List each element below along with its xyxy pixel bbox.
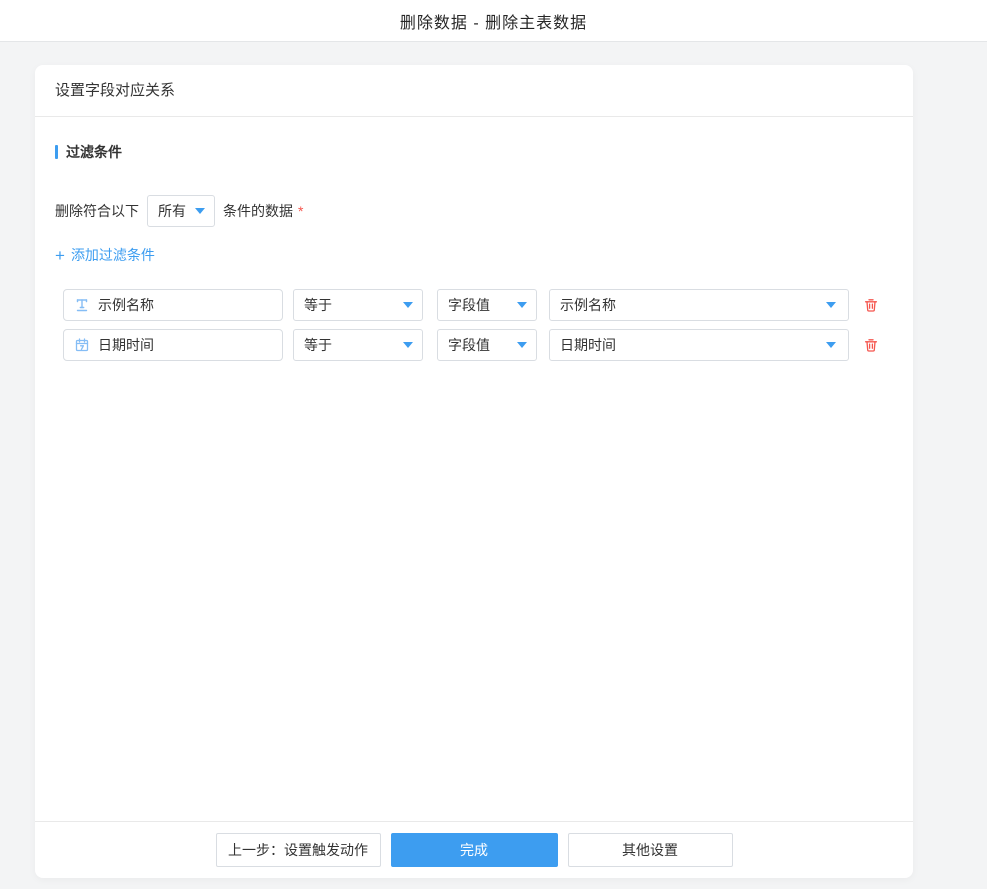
panel-title: 设置字段对应关系	[35, 65, 913, 117]
chevron-down-icon	[826, 342, 836, 348]
chevron-down-icon	[517, 342, 527, 348]
chevron-down-icon	[826, 302, 836, 308]
trash-icon	[863, 297, 879, 313]
field-name: 日期时间	[98, 335, 154, 355]
chevron-down-icon	[403, 342, 413, 348]
filter-condition-row: 日期时间 等于 字段值 日期时间	[63, 329, 893, 361]
filter-section-title: 过滤条件	[55, 142, 893, 162]
required-asterisk: *	[298, 203, 303, 219]
settings-panel: 设置字段对应关系 过滤条件 删除符合以下 所有 条件的数据 * + 添加过滤条件	[35, 65, 913, 878]
operator-value: 等于	[304, 297, 332, 313]
match-mode-select[interactable]: 所有	[147, 195, 215, 227]
calendar-icon	[74, 337, 90, 353]
value-type-value: 字段值	[448, 297, 490, 313]
filter-condition-list: 示例名称 等于 字段值 示例名称	[63, 289, 893, 361]
filter-section-heading: 过滤条件	[66, 142, 122, 162]
filter-condition-row: 示例名称 等于 字段值 示例名称	[63, 289, 893, 321]
chevron-down-icon	[517, 302, 527, 308]
section-accent-bar	[55, 145, 58, 159]
panel-footer: 上一步：设置触发动作 完成 其他设置	[35, 821, 913, 878]
panel-body: 过滤条件 删除符合以下 所有 条件的数据 * + 添加过滤条件	[35, 142, 913, 361]
other-settings-button[interactable]: 其他设置	[568, 833, 733, 867]
match-prefix-label: 删除符合以下	[55, 201, 139, 221]
field-select[interactable]: 日期时间	[63, 329, 283, 361]
delete-condition-button[interactable]	[862, 336, 880, 354]
value-type-value: 字段值	[448, 337, 490, 353]
operator-select[interactable]: 等于	[293, 289, 423, 321]
value-type-select[interactable]: 字段值	[437, 289, 537, 321]
match-mode-row: 删除符合以下 所有 条件的数据 *	[55, 195, 893, 227]
add-filter-condition-label: 添加过滤条件	[71, 245, 155, 265]
field-name: 示例名称	[98, 295, 154, 315]
dialog-title: 删除数据 - 删除主表数据	[400, 9, 587, 33]
text-field-icon	[74, 297, 90, 313]
value-select[interactable]: 日期时间	[549, 329, 849, 361]
trash-icon	[863, 337, 879, 353]
add-filter-condition-link[interactable]: + 添加过滤条件	[55, 245, 155, 265]
value-type-select[interactable]: 字段值	[437, 329, 537, 361]
plus-icon: +	[55, 247, 65, 264]
match-mode-value: 所有	[158, 203, 186, 219]
operator-select[interactable]: 等于	[293, 329, 423, 361]
value-value: 示例名称	[560, 297, 616, 313]
match-suffix-label: 条件的数据	[223, 201, 293, 221]
value-value: 日期时间	[560, 337, 616, 353]
operator-value: 等于	[304, 337, 332, 353]
finish-button[interactable]: 完成	[391, 833, 558, 867]
chevron-down-icon	[403, 302, 413, 308]
delete-condition-button[interactable]	[862, 296, 880, 314]
previous-step-button[interactable]: 上一步：设置触发动作	[216, 833, 381, 867]
value-select[interactable]: 示例名称	[549, 289, 849, 321]
chevron-down-icon	[195, 208, 205, 214]
dialog-header: 删除数据 - 删除主表数据	[0, 0, 987, 42]
field-select[interactable]: 示例名称	[63, 289, 283, 321]
